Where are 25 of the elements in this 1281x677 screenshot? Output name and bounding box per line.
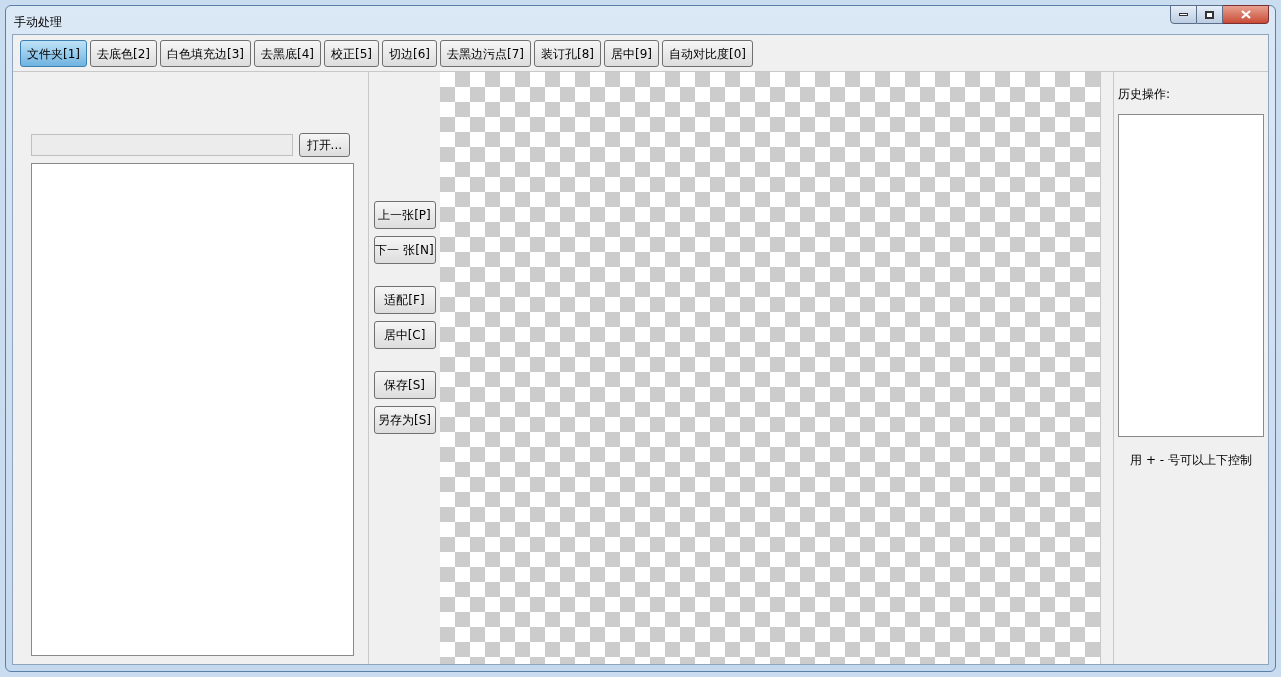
toolbar-tab[interactable]: 去黑底[4] bbox=[254, 40, 321, 67]
toolbar-tab[interactable]: 装订孔[8] bbox=[534, 40, 601, 67]
maximize-button[interactable] bbox=[1197, 5, 1223, 24]
nav-button[interactable]: 居中[C] bbox=[373, 321, 436, 349]
toolbar-tab[interactable]: 自动对比度[0] bbox=[662, 40, 753, 67]
close-button[interactable] bbox=[1223, 5, 1269, 24]
nav-button[interactable]: 上一张[P] bbox=[373, 201, 436, 229]
minimize-button[interactable] bbox=[1170, 5, 1197, 24]
nav-button[interactable]: 保存[S] bbox=[373, 371, 436, 399]
open-button[interactable]: 打开... bbox=[298, 133, 350, 157]
path-field[interactable] bbox=[31, 134, 293, 156]
close-icon bbox=[1240, 10, 1251, 19]
toolbar-tab[interactable]: 文件夹[1] bbox=[20, 40, 87, 67]
window-title: 手动处理 bbox=[14, 14, 62, 31]
toolbar-tab[interactable]: 校正[5] bbox=[324, 40, 379, 67]
toolbar-tab[interactable]: 白色填充边[3] bbox=[160, 40, 251, 67]
toolbar-tab[interactable]: 去黑边污点[7] bbox=[440, 40, 531, 67]
history-hint: 用 + - 号可以上下控制 bbox=[1129, 452, 1253, 469]
toolbar-tab[interactable]: 去底色[2] bbox=[90, 40, 157, 67]
history-title: 历史操作: bbox=[1118, 86, 1172, 103]
nav-button[interactable]: 下一 张[N] bbox=[373, 236, 436, 264]
nav-button[interactable]: 适配[F] bbox=[373, 286, 436, 314]
toolbar-tab[interactable]: 居中[9] bbox=[604, 40, 659, 67]
nav-button[interactable]: 另存为[S] bbox=[373, 406, 436, 434]
toolbar-tab[interactable]: 切边[6] bbox=[382, 40, 437, 67]
